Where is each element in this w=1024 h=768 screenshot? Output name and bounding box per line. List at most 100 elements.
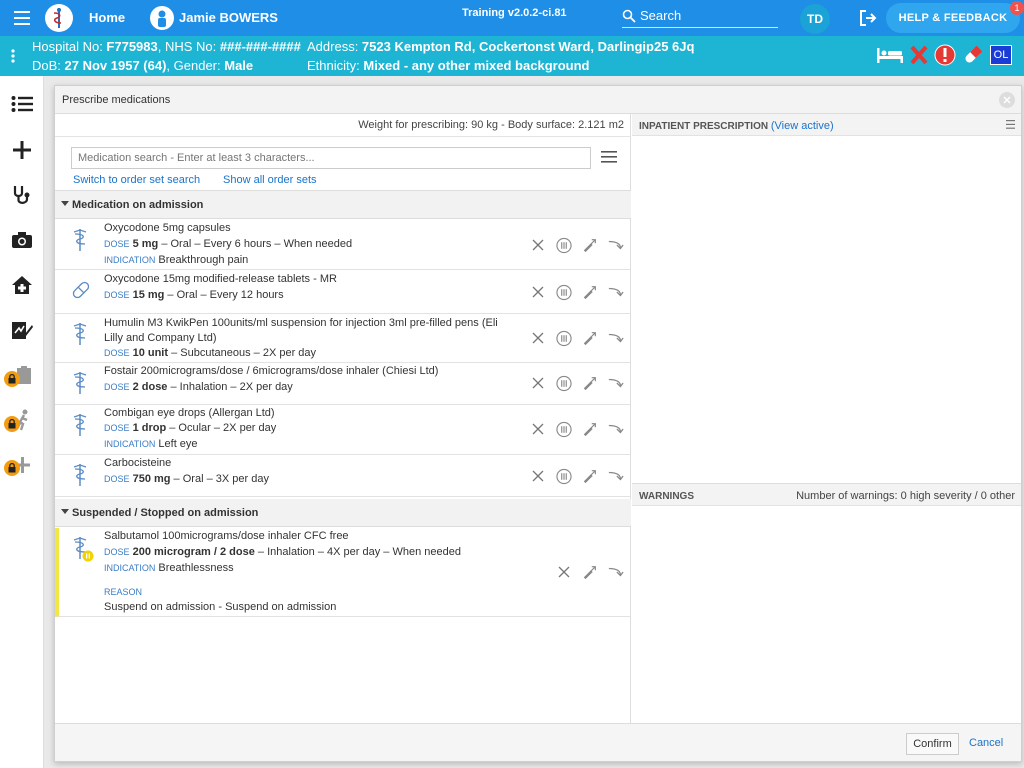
hospital-number: F775983 (106, 39, 158, 54)
close-red-icon[interactable] (910, 45, 928, 65)
dose-line: DOSE 5 mg – Oral – Every 6 hours – When … (104, 238, 353, 250)
confirm-button[interactable]: Confirm (906, 733, 959, 755)
search-label: Search (640, 8, 682, 23)
continue-icon[interactable] (608, 468, 624, 484)
suspend-icon[interactable] (556, 284, 572, 300)
search-icon (622, 9, 636, 23)
amend-icon[interactable] (582, 284, 598, 300)
cancel-icon[interactable] (530, 375, 546, 391)
home-medical-icon[interactable] (8, 271, 36, 299)
dialog-title: Prescribe medications (62, 94, 171, 106)
suspend-icon[interactable] (556, 421, 572, 437)
amend-icon[interactable] (582, 330, 598, 346)
medication-row[interactable]: Combigan eye drops (Allergan Ltd) DOSE 1… (55, 405, 631, 455)
warnings-title: WARNINGS (639, 491, 694, 502)
inpatient-prescription-header: INPATIENT PRESCRIPTION (View active) (632, 114, 1021, 136)
logout-icon[interactable] (858, 8, 878, 31)
dose-line: DOSE 10 unit – Subcutaneous – 2X per day (104, 347, 317, 359)
row-actions (530, 375, 624, 391)
cancel-icon[interactable] (530, 237, 546, 253)
menu-lines-icon[interactable] (1006, 120, 1015, 132)
continue-icon[interactable] (608, 564, 624, 580)
show-all-order-sets-link[interactable]: Show all order sets (223, 174, 317, 186)
inpatient-prescription-title: INPATIENT PRESCRIPTION (639, 121, 769, 132)
indication-line: INDICATION Breakthrough pain (104, 254, 249, 266)
add-icon[interactable] (8, 136, 36, 164)
medication-pane: Weight for prescribing: 90 kg - Body sur… (55, 114, 631, 723)
caduceus-icon (71, 463, 89, 490)
date-of-birth: 27 Nov 1957 (64) (64, 58, 167, 73)
amend-icon[interactable] (582, 564, 598, 580)
patient-banner: Hospital No: F775983, NHS No: ###-###-##… (0, 36, 1024, 76)
medication-row[interactable]: Fostair 200micrograms/dose / 6micrograms… (55, 363, 631, 405)
caret-down-icon (61, 201, 69, 206)
camera-icon[interactable] (8, 226, 36, 254)
continue-icon[interactable] (608, 237, 624, 253)
row-actions (530, 284, 624, 300)
top-bar: Home Jamie BOWERS Training v2.0.2-ci.81 … (0, 0, 1024, 36)
stethoscope-icon[interactable] (8, 181, 36, 209)
dose-line: DOSE 750 mg – Oral – 3X per day (104, 473, 269, 485)
lock-icon (4, 371, 20, 387)
prescription-edit-icon[interactable] (8, 316, 36, 344)
ethnicity: Mixed - any other mixed background (363, 58, 590, 73)
view-active-link[interactable]: View active (775, 120, 830, 132)
patient-name[interactable]: Jamie BOWERS (179, 10, 278, 25)
continue-icon[interactable] (608, 375, 624, 391)
switch-to-order-set-link[interactable]: Switch to order set search (73, 174, 200, 186)
banner-status-icons: OL (876, 44, 1012, 66)
close-icon[interactable] (999, 92, 1015, 108)
address: 7523 Kempton Rd, Cockertonst Ward, Darli… (361, 39, 695, 54)
pill-icon[interactable] (962, 44, 984, 66)
ol-badge[interactable]: OL (990, 45, 1012, 65)
continue-icon[interactable] (608, 421, 624, 437)
global-search[interactable]: Search (622, 4, 778, 28)
suspend-icon[interactable] (556, 330, 572, 346)
caret-down-icon (61, 509, 69, 514)
cancel-icon[interactable] (530, 421, 546, 437)
more-vertical-icon[interactable] (10, 48, 16, 67)
reason-text: Suspend on admission - Suspend on admiss… (104, 601, 337, 613)
dose-line: DOSE 2 dose – Inhalation – 2X per day (104, 381, 293, 393)
menu-icon[interactable] (0, 0, 44, 36)
cancel-icon[interactable] (530, 284, 546, 300)
inpatient-prescription-pane: INPATIENT PRESCRIPTION (View active) (632, 114, 1021, 484)
cancel-icon[interactable] (530, 330, 546, 346)
medication-row[interactable]: Oxycodone 5mg capsules DOSE 5 mg – Oral … (55, 220, 631, 270)
cancel-icon[interactable] (556, 564, 572, 580)
medication-row[interactable]: Oxycodone 15mg modified-release tablets … (55, 270, 631, 314)
medication-search-input[interactable] (71, 147, 591, 169)
section-suspended-stopped[interactable]: Suspended / Stopped on admission (55, 499, 631, 527)
amend-icon[interactable] (582, 421, 598, 437)
notification-badge: 1 (1010, 1, 1024, 15)
continue-icon[interactable] (608, 284, 624, 300)
amend-icon[interactable] (582, 468, 598, 484)
bed-icon[interactable] (876, 46, 904, 64)
continue-icon[interactable] (608, 330, 624, 346)
hospital-nhs-line: Hospital No: F775983, NHS No: ###-###-##… (32, 39, 301, 54)
medication-row[interactable]: Carbocisteine DOSE 750 mg – Oral – 3X pe… (55, 455, 631, 497)
medication-name: Oxycodone 5mg capsules (104, 222, 231, 234)
cancel-link[interactable]: Cancel (969, 737, 1003, 749)
medication-search-area: Switch to order set search Show all orde… (55, 136, 631, 191)
cancel-icon[interactable] (530, 468, 546, 484)
medication-row[interactable]: Humulin M3 KwikPen 100units/ml suspensio… (55, 314, 631, 363)
app-logo-icon[interactable] (45, 4, 73, 32)
suspended-medication-row[interactable]: Salbutamol 100micrograms/dose inhaler CF… (55, 528, 631, 617)
dose-line: DOSE 1 drop – Ocular – 2X per day (104, 422, 277, 434)
help-feedback-button[interactable]: HELP & FEEDBACK (886, 3, 1020, 33)
gender: Male (224, 58, 254, 73)
suspend-icon[interactable] (556, 237, 572, 253)
section-medication-on-admission[interactable]: Medication on admission (55, 191, 631, 219)
menu-lines-icon[interactable] (601, 151, 617, 166)
user-avatar[interactable]: TD (800, 4, 830, 34)
suspend-icon[interactable] (556, 375, 572, 391)
alert-icon[interactable] (934, 44, 956, 66)
amend-icon[interactable] (582, 237, 598, 253)
list-icon[interactable] (8, 90, 36, 118)
amend-icon[interactable] (582, 375, 598, 391)
suspend-icon[interactable] (556, 468, 572, 484)
medication-name: Humulin M3 KwikPen 100units/ml suspensio… (104, 317, 498, 344)
home-link[interactable]: Home (89, 10, 125, 25)
lock-icon (4, 416, 20, 432)
